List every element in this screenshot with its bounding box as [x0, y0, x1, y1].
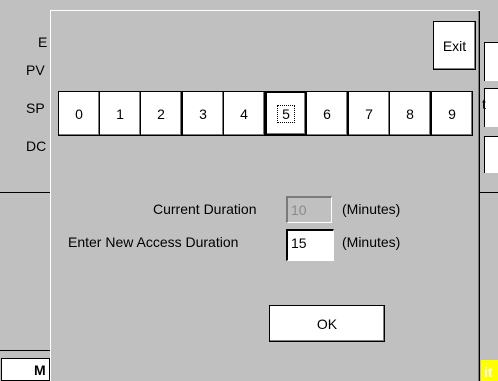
- new-duration-unit: (Minutes): [342, 234, 401, 250]
- key-2-label: 2: [157, 105, 165, 122]
- key-3-label: 3: [199, 105, 207, 122]
- key-7[interactable]: 7: [348, 91, 390, 136]
- key-9[interactable]: 9: [431, 91, 473, 136]
- current-duration-unit: (Minutes): [342, 201, 401, 217]
- bg-right-divider: [480, 192, 498, 193]
- bg-left-divider-top: [0, 192, 50, 193]
- ok-button[interactable]: OK: [269, 305, 385, 342]
- key-1-label: 1: [116, 105, 124, 122]
- bg-right-field-1: [484, 42, 498, 81]
- key-3[interactable]: 3: [182, 91, 224, 136]
- new-duration-label: Enter New Access Duration: [68, 234, 239, 250]
- key-9-label: 9: [448, 105, 456, 122]
- bg-right-bottom-text: it: [484, 364, 493, 380]
- key-5-label: 5: [277, 104, 295, 123]
- key-6-label: 6: [323, 105, 331, 122]
- key-4[interactable]: 4: [223, 91, 265, 136]
- bg-label-dc: DC: [26, 138, 47, 154]
- key-7-label: 7: [365, 105, 373, 122]
- bg-bottom-left-text: M: [34, 362, 46, 378]
- bg-label-pv: PV: [26, 62, 45, 78]
- exit-button[interactable]: Exit: [433, 21, 476, 70]
- new-duration-input[interactable]: 15: [286, 229, 334, 261]
- bg-right-text: t: [482, 96, 486, 112]
- bg-right-field-3: [484, 136, 498, 173]
- key-8[interactable]: 8: [389, 91, 431, 136]
- key-4-label: 4: [240, 105, 248, 122]
- bg-left-divider-bottom: [0, 350, 50, 351]
- key-2[interactable]: 2: [140, 91, 182, 136]
- current-duration-field: 10: [286, 196, 332, 223]
- key-1[interactable]: 1: [99, 91, 141, 136]
- access-duration-dialog: [50, 10, 480, 381]
- current-duration-label: Current Duration: [153, 201, 257, 217]
- current-duration-value: 10: [291, 202, 307, 218]
- key-0-label: 0: [75, 105, 83, 122]
- key-6[interactable]: 6: [306, 91, 348, 136]
- numeric-keypad: 0 1 2 3 4 5 6 7 8 9: [58, 91, 473, 136]
- key-5[interactable]: 5: [265, 91, 307, 136]
- bg-right-field-2: [484, 88, 498, 127]
- key-8-label: 8: [406, 105, 414, 122]
- new-duration-value: 15: [291, 235, 307, 251]
- key-0[interactable]: 0: [58, 91, 100, 136]
- bg-label-e: E: [38, 34, 48, 50]
- bg-label-sp: SP: [26, 100, 45, 116]
